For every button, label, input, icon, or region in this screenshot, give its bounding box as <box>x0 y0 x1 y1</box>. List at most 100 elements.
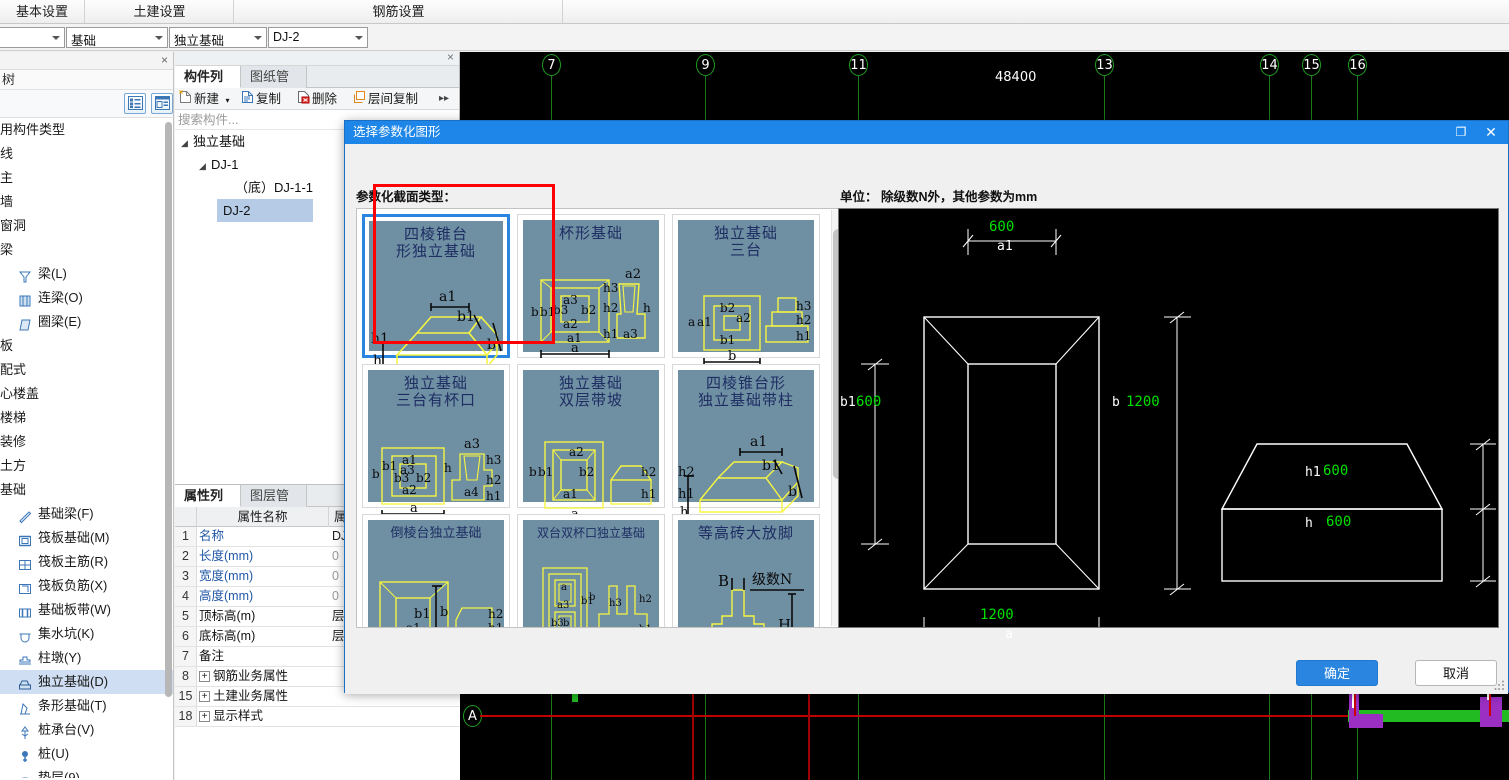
sidebar-item-16[interactable]: 基础梁(F) <box>0 502 173 526</box>
sidebar-item-2[interactable]: 主 <box>0 166 173 190</box>
svg-text:b2: b2 <box>581 303 596 317</box>
sidebar-item-26[interactable]: 桩(U) <box>0 742 173 766</box>
tile-double-tier-double-cup-isolated-foundation[interactable]: 双台双杯口独立基础 a a3 b3 b b1 b a1 a h3 h2 h1 <box>517 514 665 627</box>
tile-equal-height-brick-footing[interactable]: 等高砖大放脚 B 级数N H <box>672 514 820 628</box>
expand-arrow-icon[interactable]: ◢ <box>199 155 211 178</box>
properties-row-value[interactable]: 0 <box>332 587 339 606</box>
sidebar-item-12[interactable]: 楼梯 <box>0 406 173 430</box>
expand-arrow-icon[interactable]: ◢ <box>181 132 193 155</box>
svg-text:b1: b1 <box>457 309 475 325</box>
combo-component-type[interactable]: 独立基础 <box>169 27 267 48</box>
tab-component-list[interactable]: 构件列表 <box>175 66 241 105</box>
more-tools-button[interactable]: ▸▸ <box>439 88 449 110</box>
expand-plus-icon[interactable]: + <box>199 691 210 703</box>
navigation-tree-panel: × 树 用构件类型 线 主 墙 窗洞 梁 梁(L) 连梁(O) 圈梁(E) 板 … <box>0 52 174 780</box>
tab-rebar-settings[interactable]: 钢筋设置 <box>235 0 563 23</box>
component-toolbar[interactable]: 新建 ▾ 复制 删除 层间复制 ▸▸ <box>175 88 459 110</box>
cad-axis-bubble-11[interactable]: 11 <box>849 54 868 76</box>
copy-between-floors-button[interactable]: 层间复制 <box>353 88 418 110</box>
sidebar-item-27[interactable]: 垫层(9) <box>0 766 173 778</box>
combo-category[interactable]: 基础 <box>66 27 168 48</box>
selector-toolbar[interactable]: 层 基础 独立基础 DJ-2 <box>0 24 1509 51</box>
close-icon[interactable]: ✕ <box>1476 121 1506 144</box>
sidebar-item-15[interactable]: 基础 <box>0 478 173 502</box>
tile-isolated-foundation-three-tier-with-cup[interactable]: 独立基础 三台有杯口 b b1 b3 b2 a1 a3 a2 a a3 h h3 h2 h1 a4 <box>362 364 510 518</box>
maximize-icon[interactable]: ❐ <box>1446 121 1476 144</box>
tab-basic-settings[interactable]: 基本设置 <box>0 0 85 23</box>
tab-layer-management[interactable]: 图层管理 <box>241 485 307 524</box>
tile-four-sided-frustum-isolated-foundation-with-column[interactable]: 四棱锥台形独立基础带柱 a1 b1 b h2 h1 h a <box>672 364 820 530</box>
sidebar-item-7[interactable]: 连梁(O) <box>0 286 173 310</box>
combo-component[interactable]: DJ-2 <box>268 27 368 48</box>
tab-property-list[interactable]: 属性列表 <box>175 485 241 524</box>
sidebar-item-22[interactable]: 柱墩(Y) <box>0 646 173 670</box>
svg-text:H: H <box>778 616 791 628</box>
close-icon[interactable]: × <box>161 53 168 67</box>
resize-grip-icon[interactable] <box>1494 680 1506 692</box>
new-button[interactable]: 新建 ▾ <box>179 88 230 110</box>
sidebar-item-5[interactable]: 梁 <box>0 238 173 262</box>
close-icon[interactable]: × <box>447 50 454 64</box>
expand-plus-icon[interactable]: + <box>199 711 210 723</box>
expand-plus-icon[interactable]: + <box>199 671 210 683</box>
chevron-down-icon[interactable]: ▾ <box>226 96 230 105</box>
sidebar-item-8[interactable]: 圈梁(E) <box>0 310 173 334</box>
preview-a1-label: a1 <box>997 239 1013 254</box>
confirm-button[interactable]: 确定 <box>1296 660 1378 686</box>
delete-button[interactable]: 删除 <box>297 88 337 110</box>
cad-axis-bubble-16[interactable]: 16 <box>1348 54 1367 76</box>
sidebar-item-14[interactable]: 土方 <box>0 454 173 478</box>
properties-row[interactable]: 18 + 显示样式 <box>175 707 460 727</box>
tile-cup-foundation[interactable]: 杯形基础 a2 b b1 b3 b2 a3 a2 a1 h3 h2 h1 h a3 a <box>517 214 665 358</box>
cad-axis-line-lower <box>1269 686 1270 780</box>
cancel-button[interactable]: 取消 <box>1415 660 1497 686</box>
component-panel-tabs[interactable]: 构件列表 图纸管理 <box>175 66 459 105</box>
sidebar-item-20[interactable]: 基础板带(W) <box>0 598 173 622</box>
sidebar-item-11[interactable]: 心楼盖 <box>0 382 173 406</box>
sidebar-item-3[interactable]: 墙 <box>0 190 173 214</box>
sidebar-item-4[interactable]: 窗洞 <box>0 214 173 238</box>
shape-tile-grid[interactable]: 四棱锥台形独立基础 a1 b1 b h1 h a 杯形基础 <box>356 208 846 628</box>
list-view-icon[interactable] <box>124 93 146 114</box>
sidebar-item-19[interactable]: 筏板负筋(X) <box>0 574 173 598</box>
tree-scrollbar[interactable] <box>165 122 172 697</box>
sidebar-item-18[interactable]: 筏板主筋(R) <box>0 550 173 574</box>
properties-row-key: 顶标高(m) <box>199 607 255 626</box>
cad-axis-bubble-14[interactable]: 14 <box>1260 54 1279 76</box>
properties-row-key-text: 土建业务属性 <box>213 689 289 703</box>
sidebar-item-25[interactable]: 桩承台(V) <box>0 718 173 742</box>
component-tree-item[interactable]: DJ-2 <box>217 199 313 222</box>
pile-cap-icon <box>18 722 38 740</box>
tile-inverted-frustum-isolated-foundation[interactable]: 倒棱台独立基础 b1 a1 b a h2 h1 <box>362 514 510 627</box>
properties-row-key-text: 显示样式 <box>213 709 264 723</box>
properties-row-value[interactable]: 0 <box>332 547 339 566</box>
cad-axis-bubble-9[interactable]: 9 <box>696 54 715 76</box>
navigation-tree-body[interactable]: 用构件类型线主墙窗洞梁梁(L) 连梁(O) 圈梁(E) 板配式 心楼盖 楼梯 装修 土方 基础基… <box>0 118 173 778</box>
sidebar-item-0[interactable]: 用构件类型 <box>0 118 173 142</box>
tile-isolated-foundation-three-tier[interactable]: 独立基础 三台 a a1 b2 a2 b1 h3 h2 h1 b <box>672 214 820 366</box>
sidebar-item-10[interactable]: 配式 <box>0 358 173 382</box>
tile-isolated-foundation-double-layer-sloped[interactable]: 独立基础双层带坡 bb1a2b2 a1 a h2h1 <box>517 364 665 524</box>
cad-axis-bubble-13[interactable]: 13 <box>1095 54 1114 76</box>
sidebar-item-24[interactable]: 条形基础(T) <box>0 694 173 718</box>
tab-civil-settings[interactable]: 土建设置 <box>86 0 234 23</box>
sidebar-item-6[interactable]: 梁(L) <box>0 262 173 286</box>
sidebar-item-23[interactable]: 独立基础(D) <box>0 670 173 694</box>
tree-view-toggle-row[interactable] <box>0 90 173 118</box>
sidebar-item-21[interactable]: 集水坑(K) <box>0 622 173 646</box>
cad-axis-bubble-15[interactable]: 15 <box>1302 54 1321 76</box>
sidebar-item-label: 心楼盖 <box>0 386 40 401</box>
sidebar-item-9[interactable]: 板 <box>0 334 173 358</box>
cad-axis-bubble-7[interactable]: 7 <box>542 54 561 76</box>
combo-floor[interactable]: 层 <box>0 27 65 48</box>
settings-tab-bar[interactable]: 基本设置 土建设置 钢筋设置 <box>0 0 1509 24</box>
copy-button[interactable]: 复制 <box>241 88 281 110</box>
tile-four-sided-frustum-isolated-foundation[interactable]: 四棱锥台形独立基础 a1 b1 b h1 h a <box>362 214 510 383</box>
sidebar-item-1[interactable]: 线 <box>0 142 173 166</box>
sidebar-item-17[interactable]: 筏板基础(M) <box>0 526 173 550</box>
dialog-title-bar[interactable]: 选择参数化图形 ❐ ✕ <box>345 121 1508 144</box>
tab-drawing-management[interactable]: 图纸管理 <box>241 66 307 105</box>
sidebar-item-13[interactable]: 装修 <box>0 430 173 454</box>
detail-view-icon[interactable] <box>151 93 173 114</box>
properties-row-value[interactable]: 0 <box>332 567 339 586</box>
